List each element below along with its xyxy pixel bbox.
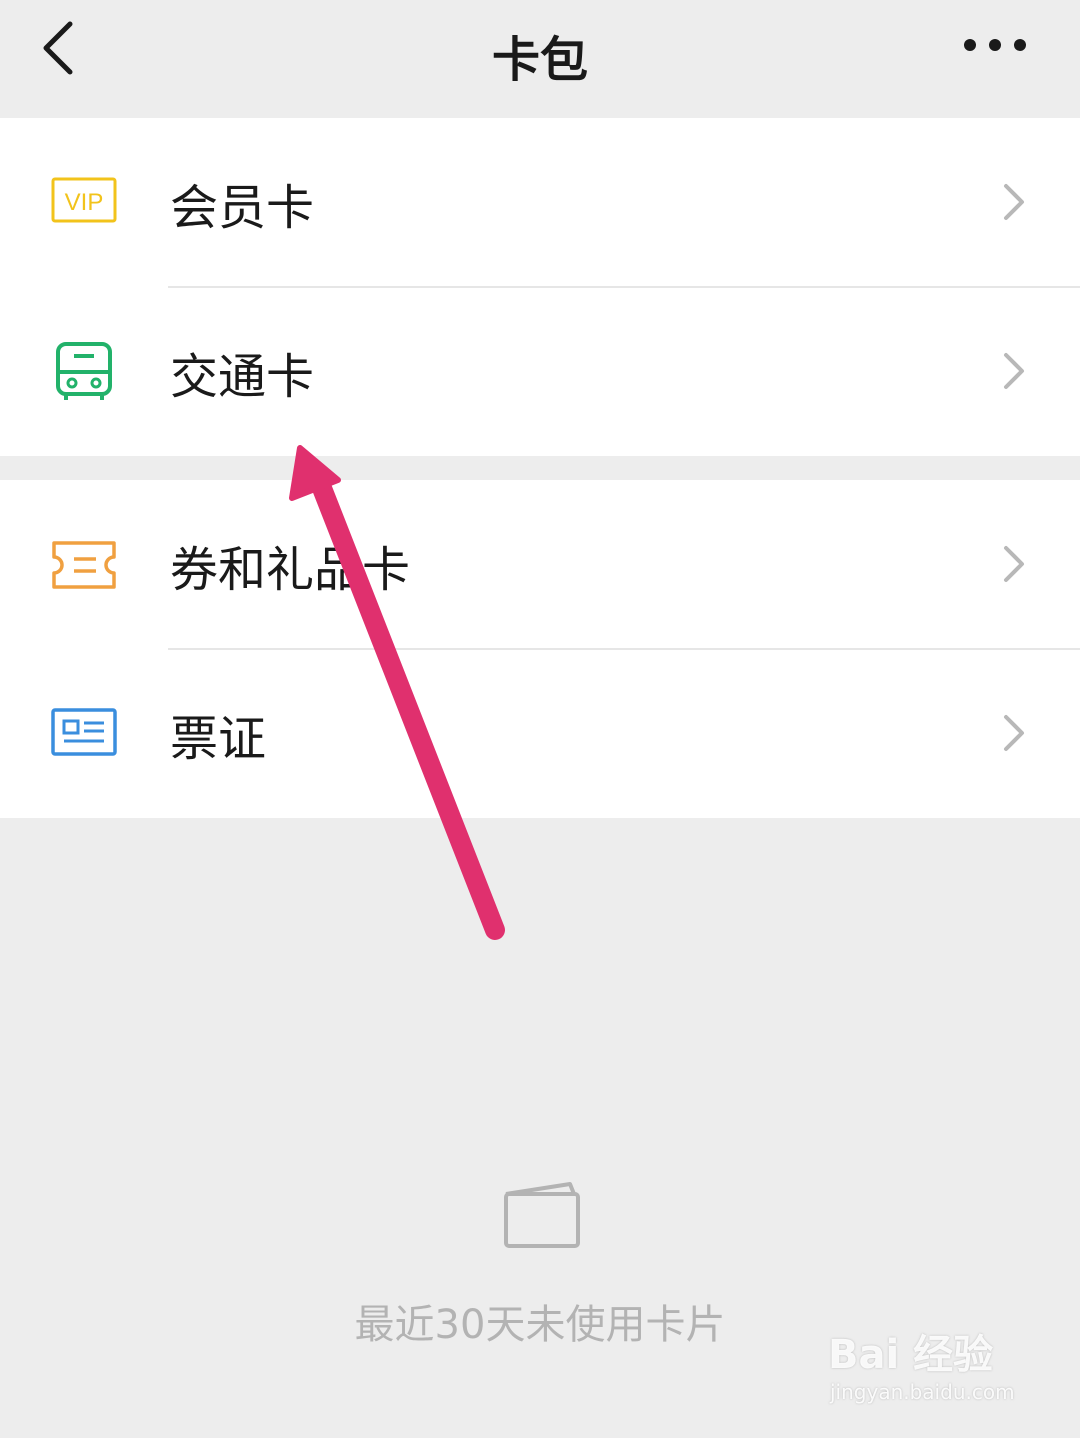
baidu-watermark: Bai 经验 jingyan.baidu.com	[828, 1322, 1028, 1422]
menu-item-label: 券和礼品卡	[170, 542, 411, 598]
menu-item-membership-card[interactable]: VIP 会员卡	[0, 118, 1080, 287]
vip-icon: VIP	[51, 177, 117, 223]
card-wallet-page: 卡包 VIP 会员卡 交通卡 券和礼品卡 票证 最近30天未使用卡片 Bai 经…	[0, 0, 1080, 1438]
menu-item-tickets-ids[interactable]: 票证	[0, 649, 1080, 818]
card-menu-group-1: VIP 会员卡 交通卡	[0, 118, 1080, 456]
page-title: 卡包	[491, 32, 588, 88]
menu-item-coupons-gift-cards[interactable]: 券和礼品卡	[0, 480, 1080, 649]
watermark-logo-text: Bai 经验	[828, 1332, 994, 1378]
menu-item-label: 票证	[170, 711, 267, 767]
more-dots-icon	[964, 39, 1026, 51]
watermark-url: jingyan.baidu.com	[830, 1380, 1015, 1404]
svg-text:VIP: VIP	[65, 189, 104, 216]
menu-item-label: 交通卡	[170, 349, 315, 405]
menu-item-transit-card[interactable]: 交通卡	[0, 287, 1080, 456]
coupon-icon	[52, 541, 116, 589]
id-card-icon	[51, 708, 117, 756]
more-button[interactable]	[960, 30, 1030, 60]
chevron-right-icon	[1004, 546, 1024, 582]
bus-icon	[56, 342, 112, 400]
chevron-right-icon	[1004, 715, 1024, 751]
menu-item-label: 会员卡	[170, 180, 315, 236]
top-navigation-bar: 卡包	[0, 0, 1080, 118]
card-wallet-icon	[504, 1182, 580, 1248]
card-menu-group-2: 券和礼品卡 票证	[0, 480, 1080, 818]
chevron-right-icon	[1004, 184, 1024, 220]
chevron-right-icon	[1004, 353, 1024, 389]
